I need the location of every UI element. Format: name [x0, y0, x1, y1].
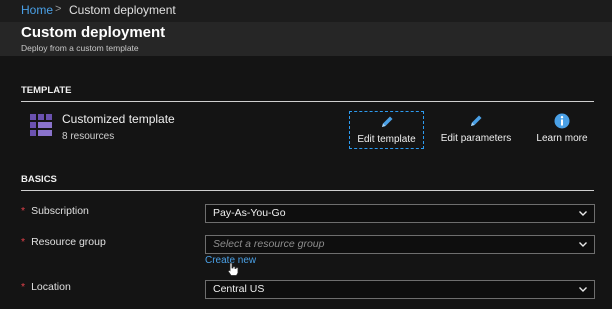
subscription-select[interactable]: Pay-As-You-Go — [205, 204, 595, 223]
required-marker: * — [21, 205, 26, 217]
resource-group-placeholder: Select a resource group — [213, 238, 325, 250]
template-grid-icon — [30, 114, 52, 136]
breadcrumb-home-link[interactable]: Home — [21, 3, 53, 17]
subscription-label: * Subscription — [21, 205, 89, 217]
page-title: Custom deployment — [21, 24, 166, 41]
page-header: Custom deployment Deploy from a custom t… — [0, 22, 612, 56]
edit-parameters-label: Edit parameters — [440, 133, 512, 144]
required-marker: * — [21, 236, 26, 248]
location-label: * Location — [21, 281, 71, 293]
subscription-label-text: Subscription — [31, 205, 89, 217]
resource-group-label-text: Resource group — [31, 236, 106, 248]
basics-divider — [21, 190, 594, 191]
learn-more-label: Learn more — [536, 133, 588, 144]
pencil-icon — [381, 116, 392, 127]
chevron-down-icon — [579, 242, 587, 247]
location-label-text: Location — [31, 281, 71, 293]
edit-parameters-button[interactable]: Edit parameters — [437, 111, 515, 147]
template-section-label: TEMPLATE — [21, 85, 72, 96]
info-icon — [554, 113, 570, 129]
edit-template-button[interactable]: Edit template — [349, 111, 424, 149]
edit-template-label: Edit template — [357, 134, 416, 145]
breadcrumb-separator: > — [55, 3, 62, 15]
resource-group-label: * Resource group — [21, 236, 106, 248]
breadcrumb: Home > Custom deployment — [0, 0, 612, 21]
chevron-down-icon — [579, 211, 587, 216]
chevron-down-icon — [579, 287, 587, 292]
page-subtitle: Deploy from a custom template — [21, 43, 139, 53]
required-marker: * — [21, 281, 26, 293]
template-divider — [21, 101, 594, 102]
location-select[interactable]: Central US — [205, 280, 595, 299]
main-panel — [0, 56, 612, 309]
template-resource-count: 8 resources — [62, 131, 115, 142]
hand-cursor-icon — [227, 262, 239, 276]
template-name: Customized template — [62, 112, 175, 126]
pencil-icon — [471, 115, 482, 126]
subscription-value: Pay-As-You-Go — [213, 207, 286, 219]
resource-group-select[interactable]: Select a resource group — [205, 235, 595, 254]
basics-section-label: BASICS — [21, 174, 57, 185]
location-value: Central US — [213, 283, 265, 295]
breadcrumb-current: Custom deployment — [69, 3, 176, 17]
learn-more-button[interactable]: Learn more — [531, 111, 593, 147]
